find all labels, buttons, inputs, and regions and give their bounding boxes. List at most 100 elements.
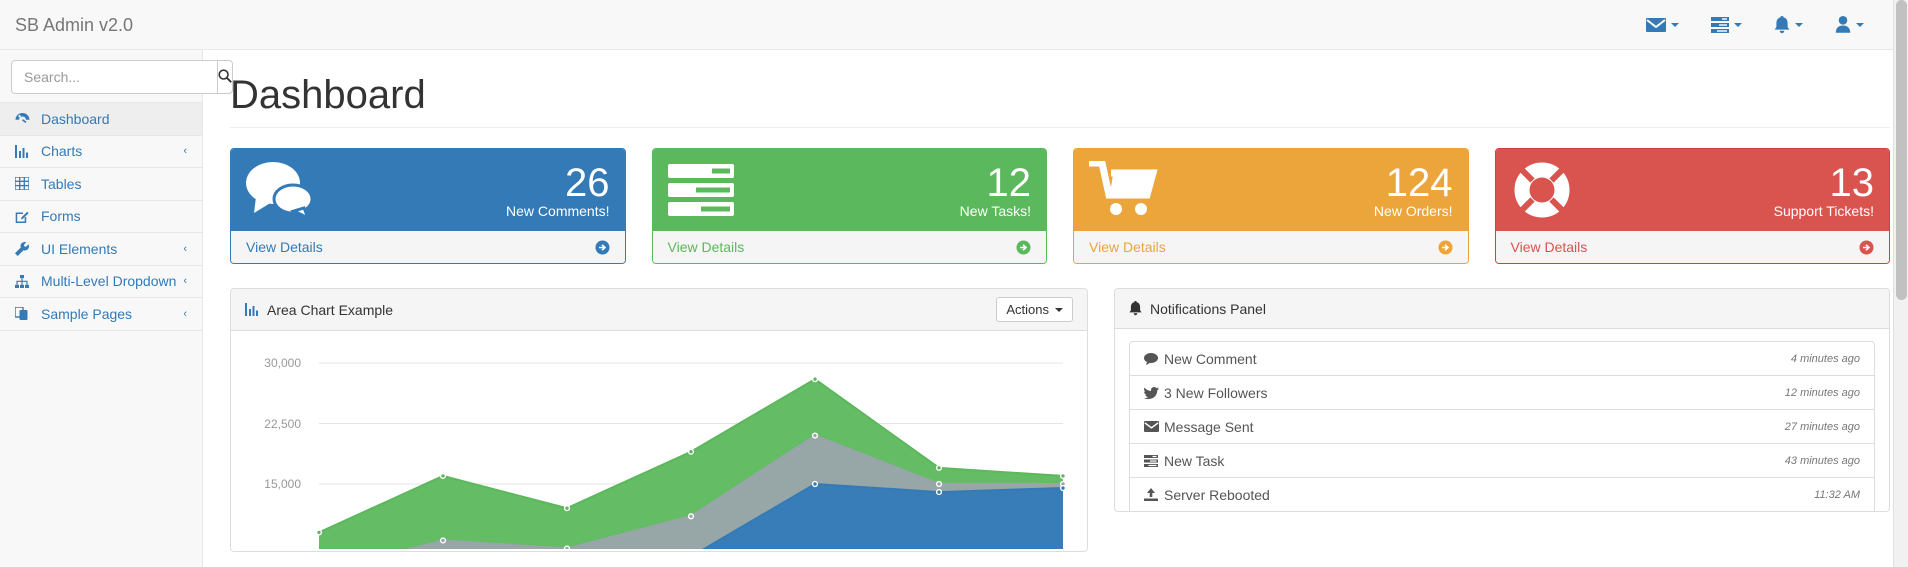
page-scrollbar[interactable] <box>1893 0 1908 567</box>
view-details-link[interactable]: View Details <box>231 231 625 263</box>
area-chart-canvas: 30,00022,50015,000 <box>231 331 1087 551</box>
bell-icon <box>1129 301 1142 316</box>
stat-panel-orders[interactable]: 124 New Orders! View Details <box>1073 148 1469 264</box>
stat-label: New Comments! <box>506 204 609 219</box>
stat-label: New Orders! <box>1374 204 1453 219</box>
user-icon <box>1835 16 1851 33</box>
stat-panel-body: 13 Support Tickets! <box>1496 149 1890 231</box>
files-icon <box>15 307 33 320</box>
notifications-header: Notifications Panel <box>1115 289 1889 329</box>
arrow-circle-right-icon <box>595 240 610 255</box>
sidebar-item-label: Dashboard <box>41 111 187 127</box>
chevron-down-icon <box>1671 23 1679 27</box>
stat-panel-text: 12 New Tasks! <box>960 162 1031 219</box>
area-chart-header: Area Chart Example Actions <box>231 289 1087 331</box>
tasks-icon <box>1144 455 1164 467</box>
sidebar-item-arrow: ‹ <box>183 243 187 255</box>
stat-panel-support[interactable]: 13 Support Tickets! View Details <box>1495 148 1891 264</box>
chevron-down-icon <box>1055 308 1063 312</box>
arrow-circle-right-icon <box>1859 240 1874 255</box>
envelope-icon <box>1646 17 1666 33</box>
notification-time: 4 minutes ago <box>1791 353 1860 365</box>
sidebar-item-label: Tables <box>41 176 187 192</box>
view-details-link[interactable]: View Details <box>1074 231 1468 263</box>
edit-icon <box>15 210 33 223</box>
list-item[interactable]: Server Rebooted 11:32 AM <box>1129 477 1875 511</box>
sidebar-item-tables[interactable]: Tables <box>0 167 202 201</box>
list-item[interactable]: New Comment 4 minutes ago <box>1129 341 1875 375</box>
notification-label: New Task <box>1164 453 1224 469</box>
bar-chart-icon <box>245 303 259 316</box>
chart-column: Area Chart Example Actions 30,00022,5001… <box>230 288 1088 552</box>
sidebar-item-arrow: ‹ <box>183 275 187 287</box>
area-chart-title: Area Chart Example <box>267 302 393 318</box>
table-icon <box>15 177 33 190</box>
comment-icon <box>1144 353 1164 365</box>
stat-panel-body: 26 New Comments! <box>231 149 625 231</box>
notification-label: 3 New Followers <box>1164 385 1267 401</box>
navbar-alerts-dropdown[interactable] <box>1758 0 1819 50</box>
sidebar-item-dashboard[interactable]: Dashboard <box>0 102 202 136</box>
navbar-tasks-dropdown[interactable] <box>1695 0 1758 50</box>
list-item[interactable]: Message Sent 27 minutes ago <box>1129 409 1875 443</box>
sidebar-item-forms[interactable]: Forms <box>0 200 202 234</box>
stat-label: Support Tickets! <box>1774 204 1874 219</box>
sidebar-item-ui-elements[interactable]: UI Elements ‹ <box>0 232 202 266</box>
area-chart-panel: Area Chart Example Actions 30,00022,5001… <box>230 288 1088 552</box>
sidebar-item-sample-pages[interactable]: Sample Pages ‹ <box>0 297 202 331</box>
arrow-circle-right-icon <box>1438 240 1453 255</box>
stat-panel-comments[interactable]: 26 New Comments! View Details <box>230 148 626 264</box>
sidebar-item-label: Forms <box>41 208 187 224</box>
stat-panel-tasks[interactable]: 12 New Tasks! View Details <box>652 148 1048 264</box>
chevron-down-icon <box>1856 23 1864 27</box>
lower-row: Area Chart Example Actions 30,00022,5001… <box>230 288 1890 552</box>
actions-label: Actions <box>1006 302 1049 317</box>
stat-panel-body: 12 New Tasks! <box>653 149 1047 231</box>
wrench-icon <box>15 242 33 256</box>
notifications-column: Notifications Panel New Comment 4 minute… <box>1114 288 1890 552</box>
notification-label: New Comment <box>1164 351 1257 367</box>
brand-title[interactable]: SB Admin v2.0 <box>0 15 133 35</box>
stat-panel-body: 124 New Orders! <box>1074 149 1468 231</box>
view-details-label: View Details <box>246 239 323 255</box>
view-details-label: View Details <box>1089 239 1166 255</box>
chevron-down-icon <box>1734 23 1742 27</box>
y-axis-tick-label: 15,000 <box>237 477 301 491</box>
notification-time: 12 minutes ago <box>1785 387 1860 399</box>
sidebar-item-charts[interactable]: Charts ‹ <box>0 135 202 169</box>
view-details-link[interactable]: View Details <box>1496 231 1890 263</box>
notification-time: 27 minutes ago <box>1785 421 1860 433</box>
view-details-link[interactable]: View Details <box>653 231 1047 263</box>
list-item[interactable]: 3 New Followers 12 minutes ago <box>1129 375 1875 409</box>
scrollbar-thumb[interactable] <box>1896 0 1907 300</box>
bar-chart-icon <box>15 145 33 158</box>
sidebar-item-label: Sample Pages <box>41 306 183 322</box>
notification-time: 43 minutes ago <box>1785 455 1860 467</box>
stat-number: 12 <box>960 162 1031 204</box>
list-item[interactable]: New Task 43 minutes ago <box>1129 443 1875 477</box>
notifications-panel: Notifications Panel New Comment 4 minute… <box>1114 288 1890 512</box>
area-chart-svg <box>241 349 1077 549</box>
sidebar: Dashboard Charts ‹ Tables Forms <box>0 50 203 567</box>
tasks-icon <box>668 162 734 218</box>
actions-dropdown-button[interactable]: Actions <box>996 297 1073 322</box>
stat-panel-text: 26 New Comments! <box>506 162 609 219</box>
navbar-messages-dropdown[interactable] <box>1630 0 1695 50</box>
search-input[interactable] <box>11 60 217 94</box>
stat-panel-text: 124 New Orders! <box>1374 162 1453 219</box>
y-axis-tick-label: 30,000 <box>237 356 301 370</box>
stat-label: New Tasks! <box>960 204 1031 219</box>
cart-icon <box>1089 161 1159 219</box>
notifications-list: New Comment 4 minutes ago 3 New Follower… <box>1115 329 1889 511</box>
navbar-user-dropdown[interactable] <box>1819 0 1880 50</box>
arrow-circle-right-icon <box>1016 240 1031 255</box>
navbar-right-menu <box>1630 0 1908 50</box>
page-title: Dashboard <box>230 73 1890 117</box>
top-navbar: SB Admin v2.0 <box>0 0 1908 50</box>
sitemap-icon <box>15 275 33 288</box>
title-divider <box>230 127 1890 128</box>
chevron-down-icon <box>1795 23 1803 27</box>
notification-time: 11:32 AM <box>1814 489 1860 501</box>
main-content: Dashboard 26 New Comments! View Details <box>203 50 1908 567</box>
sidebar-item-multi-level-dropdown[interactable]: Multi-Level Dropdown ‹ <box>0 265 202 299</box>
